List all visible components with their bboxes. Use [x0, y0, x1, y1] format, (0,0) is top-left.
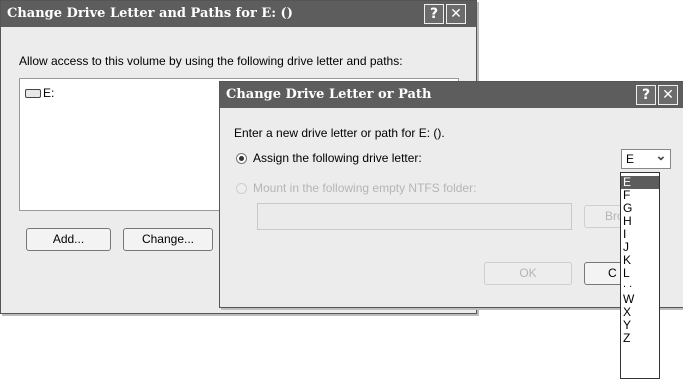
outer-help-button[interactable]: ? — [424, 4, 444, 24]
dropdown-option[interactable]: Z — [621, 332, 659, 345]
inner-dialog: Change Drive Letter or Path ? ✕ Enter a … — [219, 81, 683, 308]
list-item[interactable]: E: — [25, 86, 54, 100]
assign-letter-radio[interactable] — [236, 153, 247, 164]
outer-dialog-title: Change Drive Letter and Paths for E: () — [7, 6, 293, 21]
inner-close-button[interactable]: ✕ — [658, 85, 678, 105]
mount-folder-radio[interactable] — [236, 183, 247, 194]
outer-title-bar: Change Drive Letter and Paths for E: () — [1, 1, 476, 27]
drive-letter-dropdown: E F G H I J K L . . W X Y Z — [620, 172, 660, 379]
inner-prompt: Enter a new drive letter or path for E: … — [234, 126, 445, 140]
chevron-down-icon[interactable]: ⌄ — [654, 148, 668, 164]
add-button[interactable]: Add... — [26, 228, 111, 251]
mount-folder-label[interactable]: Mount in the following empty NTFS folder… — [253, 181, 476, 195]
drive-icon — [25, 89, 41, 99]
outer-close-button[interactable]: ✕ — [446, 4, 466, 24]
dropdown-option[interactable]: H — [621, 215, 659, 228]
assign-letter-label[interactable]: Assign the following drive letter: — [253, 151, 422, 165]
drive-letter-value: E — [626, 152, 635, 166]
inner-dialog-title: Change Drive Letter or Path — [226, 87, 432, 102]
list-item-label: E: — [43, 86, 55, 100]
inner-title-bar: Change Drive Letter or Path — [220, 82, 683, 108]
folder-path-input[interactable] — [257, 203, 572, 230]
drive-letter-select[interactable]: E ⌄ — [621, 148, 671, 169]
change-button[interactable]: Change... — [123, 228, 213, 251]
inner-help-button[interactable]: ? — [636, 85, 656, 105]
outer-instruction: Allow access to this volume by using the… — [19, 54, 403, 68]
dropdown-ellipsis: . . — [623, 278, 633, 290]
ok-button[interactable]: OK — [484, 262, 572, 285]
